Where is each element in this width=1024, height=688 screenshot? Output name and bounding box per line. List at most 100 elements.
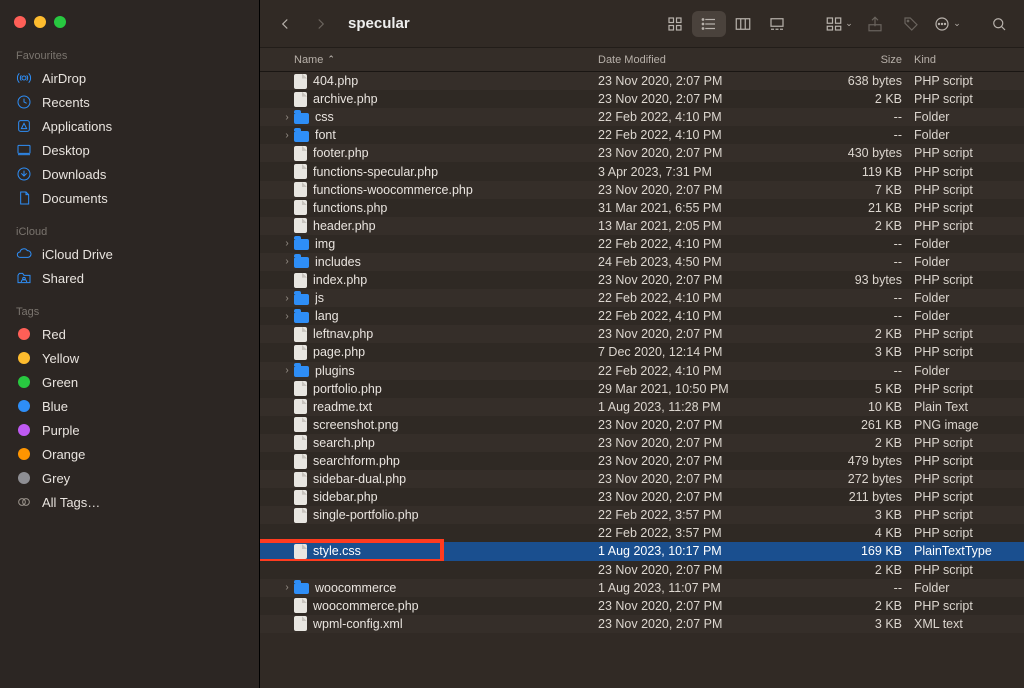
file-row[interactable]: ›font22 Feb 2022, 4:10 PM--Folder bbox=[260, 126, 1024, 144]
column-header-kind[interactable]: Kind bbox=[914, 54, 1024, 66]
sidebar-item-orange[interactable]: Orange bbox=[0, 442, 259, 466]
file-row[interactable]: ›404.php23 Nov 2020, 2:07 PM638 bytesPHP… bbox=[260, 72, 1024, 90]
sidebar-item-applications[interactable]: Applications bbox=[0, 114, 259, 138]
file-kind: Folder bbox=[914, 110, 1024, 124]
file-name: 404.php bbox=[313, 74, 598, 88]
file-date: 23 Nov 2020, 2:07 PM bbox=[598, 327, 828, 341]
file-size: 2 KB bbox=[828, 599, 914, 613]
disclosure-triangle-icon[interactable]: › bbox=[280, 582, 294, 593]
file-row[interactable]: ›archive.php23 Nov 2020, 2:07 PM2 KBPHP … bbox=[260, 90, 1024, 108]
file-row[interactable]: ›wpml-config.xml23 Nov 2020, 2:07 PM3 KB… bbox=[260, 615, 1024, 633]
file-row[interactable]: ›css22 Feb 2022, 4:10 PM--Folder bbox=[260, 108, 1024, 126]
file-name: js bbox=[315, 291, 598, 305]
file-row[interactable]: ›sidebar.php23 Nov 2020, 2:07 PM211 byte… bbox=[260, 488, 1024, 506]
file-row[interactable]: ›index.php23 Nov 2020, 2:07 PM93 bytesPH… bbox=[260, 271, 1024, 289]
folder-icon bbox=[294, 239, 309, 250]
group-button[interactable]: ⌄ bbox=[824, 11, 854, 37]
file-row[interactable]: ›screenshot.png23 Nov 2020, 2:07 PM261 K… bbox=[260, 416, 1024, 434]
column-header-size[interactable]: Size bbox=[828, 54, 914, 66]
file-row[interactable]: ›woocommerce.php23 Nov 2020, 2:07 PM2 KB… bbox=[260, 597, 1024, 615]
file-list: ›404.php23 Nov 2020, 2:07 PM638 bytesPHP… bbox=[260, 72, 1024, 688]
sidebar-item-recents[interactable]: Recents bbox=[0, 90, 259, 114]
file-row[interactable]: ›single-portfolio.php22 Feb 2022, 3:57 P… bbox=[260, 506, 1024, 524]
forward-button[interactable] bbox=[306, 11, 336, 37]
file-row[interactable]: ›header.php13 Mar 2021, 2:05 PM2 KBPHP s… bbox=[260, 217, 1024, 235]
file-kind: PHP script bbox=[914, 183, 1024, 197]
file-row[interactable]: ›page.php7 Dec 2020, 12:14 PM3 KBPHP scr… bbox=[260, 343, 1024, 361]
file-date: 22 Feb 2022, 4:10 PM bbox=[598, 237, 828, 251]
disclosure-triangle-icon[interactable]: › bbox=[280, 238, 294, 249]
file-row[interactable]: ›leftnav.php23 Nov 2020, 2:07 PM2 KBPHP … bbox=[260, 325, 1024, 343]
file-row[interactable]: ›sidebar-dual.php23 Nov 2020, 2:07 PM272… bbox=[260, 470, 1024, 488]
file-size: 3 KB bbox=[828, 345, 914, 359]
file-size: 5 KB bbox=[828, 382, 914, 396]
back-button[interactable] bbox=[270, 11, 300, 37]
sidebar-item-grey[interactable]: Grey bbox=[0, 466, 259, 490]
file-row[interactable]: ›footer.php23 Nov 2020, 2:07 PM430 bytes… bbox=[260, 144, 1024, 162]
sidebar-item-green[interactable]: Green bbox=[0, 370, 259, 394]
minimize-button[interactable] bbox=[34, 16, 46, 28]
file-row[interactable]: ›portfolio.php29 Mar 2021, 10:50 PM5 KBP… bbox=[260, 380, 1024, 398]
sidebar-item-desktop[interactable]: Desktop bbox=[0, 138, 259, 162]
file-name: screenshot.png bbox=[313, 418, 598, 432]
icon-view-button[interactable] bbox=[658, 11, 692, 37]
downloads-icon bbox=[16, 166, 32, 182]
file-row[interactable]: ›img22 Feb 2022, 4:10 PM--Folder bbox=[260, 235, 1024, 253]
column-view-button[interactable] bbox=[726, 11, 760, 37]
file-row[interactable]: ›22 Feb 2022, 3:57 PM4 KBPHP script bbox=[260, 524, 1024, 542]
file-date: 23 Nov 2020, 2:07 PM bbox=[598, 454, 828, 468]
list-view-button[interactable] bbox=[692, 11, 726, 37]
sidebar-item-documents[interactable]: Documents bbox=[0, 186, 259, 210]
gallery-view-button[interactable] bbox=[760, 11, 794, 37]
file-row[interactable]: ›style.css1 Aug 2023, 10:17 PM169 KBPlai… bbox=[260, 542, 1024, 560]
sidebar-item-airdrop[interactable]: AirDrop bbox=[0, 66, 259, 90]
search-button[interactable] bbox=[984, 11, 1014, 37]
disclosure-triangle-icon[interactable]: › bbox=[280, 256, 294, 267]
disclosure-triangle-icon[interactable]: › bbox=[280, 311, 294, 322]
document-icon bbox=[294, 146, 307, 161]
file-date: 1 Aug 2023, 11:28 PM bbox=[598, 400, 828, 414]
sidebar-item-red[interactable]: Red bbox=[0, 322, 259, 346]
file-row[interactable]: ›functions.php31 Mar 2021, 6:55 PM21 KBP… bbox=[260, 199, 1024, 217]
sidebar-item-purple[interactable]: Purple bbox=[0, 418, 259, 442]
zoom-button[interactable] bbox=[54, 16, 66, 28]
airdrop-icon bbox=[16, 70, 32, 86]
disclosure-triangle-icon[interactable]: › bbox=[280, 112, 294, 123]
file-kind: PNG image bbox=[914, 418, 1024, 432]
sidebar-item-blue[interactable]: Blue bbox=[0, 394, 259, 418]
column-header-date[interactable]: Date Modified bbox=[598, 54, 828, 66]
disclosure-triangle-icon[interactable]: › bbox=[280, 293, 294, 304]
action-menu-button[interactable]: ⌄ bbox=[932, 11, 962, 37]
folder-icon bbox=[294, 583, 309, 594]
sidebar-item-label: Purple bbox=[42, 423, 80, 438]
disclosure-triangle-icon[interactable]: › bbox=[280, 130, 294, 141]
sidebar-item-downloads[interactable]: Downloads bbox=[0, 162, 259, 186]
sidebar-item-all-tags-[interactable]: All Tags… bbox=[0, 490, 259, 514]
share-button[interactable] bbox=[860, 11, 890, 37]
tags-button[interactable] bbox=[896, 11, 926, 37]
file-row[interactable]: ›woocommerce1 Aug 2023, 11:07 PM--Folder bbox=[260, 579, 1024, 597]
file-row[interactable]: ›functions-woocommerce.php23 Nov 2020, 2… bbox=[260, 181, 1024, 199]
file-row[interactable]: ›23 Nov 2020, 2:07 PM2 KBPHP script bbox=[260, 561, 1024, 579]
file-row[interactable]: ›lang22 Feb 2022, 4:10 PM--Folder bbox=[260, 307, 1024, 325]
tag-icon bbox=[16, 326, 32, 342]
file-row[interactable]: ›js22 Feb 2022, 4:10 PM--Folder bbox=[260, 289, 1024, 307]
close-button[interactable] bbox=[14, 16, 26, 28]
file-row[interactable]: ›functions-specular.php3 Apr 2023, 7:31 … bbox=[260, 162, 1024, 180]
sidebar-section-title: iCloud bbox=[0, 220, 259, 242]
file-name: lang bbox=[315, 309, 598, 323]
file-name: functions-woocommerce.php bbox=[313, 183, 598, 197]
disclosure-triangle-icon[interactable]: › bbox=[280, 365, 294, 376]
file-row[interactable]: ›search.php23 Nov 2020, 2:07 PM2 KBPHP s… bbox=[260, 434, 1024, 452]
file-name: style.css bbox=[313, 544, 598, 558]
sidebar-item-shared[interactable]: Shared bbox=[0, 266, 259, 290]
column-header-name[interactable]: Name⌃ bbox=[280, 54, 598, 66]
file-row[interactable]: ›searchform.php23 Nov 2020, 2:07 PM479 b… bbox=[260, 452, 1024, 470]
document-icon bbox=[294, 435, 307, 450]
file-row[interactable]: ›readme.txt1 Aug 2023, 11:28 PM10 KBPlai… bbox=[260, 398, 1024, 416]
file-row[interactable]: ›includes24 Feb 2023, 4:50 PM--Folder bbox=[260, 253, 1024, 271]
file-kind: Folder bbox=[914, 309, 1024, 323]
sidebar-item-icloud-drive[interactable]: iCloud Drive bbox=[0, 242, 259, 266]
sidebar-item-yellow[interactable]: Yellow bbox=[0, 346, 259, 370]
file-row[interactable]: ›plugins22 Feb 2022, 4:10 PM--Folder bbox=[260, 362, 1024, 380]
